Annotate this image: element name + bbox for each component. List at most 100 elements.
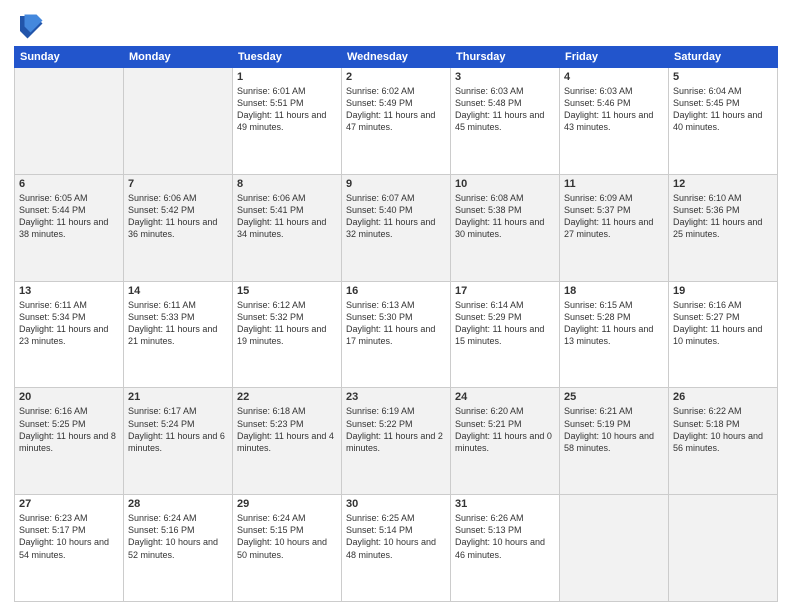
cell-info: Sunrise: 6:10 AM Sunset: 5:36 PM Dayligh… <box>673 192 773 241</box>
day-number: 13 <box>19 285 119 297</box>
cell-info: Sunrise: 6:06 AM Sunset: 5:41 PM Dayligh… <box>237 192 337 241</box>
calendar-cell <box>560 495 669 602</box>
weekday-header-monday: Monday <box>124 47 233 68</box>
calendar-cell: 16 Sunrise: 6:13 AM Sunset: 5:30 PM Dayli… <box>342 281 451 388</box>
weekday-header-wednesday: Wednesday <box>342 47 451 68</box>
calendar-cell: 10Sunrise: 6:08 AM Sunset: 5:38 PM Dayli… <box>451 174 560 281</box>
cell-info: Sunrise: 6:24 AM Sunset: 5:15 PM Dayligh… <box>237 512 337 561</box>
calendar-cell: 23 Sunrise: 6:19 AM Sunset: 5:22 PM Dayli… <box>342 388 451 495</box>
day-number: 8 <box>237 178 337 190</box>
calendar-cell: 2 Sunrise: 6:02 AM Sunset: 5:49 PM Daylig… <box>342 68 451 175</box>
day-number: 23 <box>346 391 446 403</box>
cell-info: Sunrise: 6:15 AM Sunset: 5:28 PM Dayligh… <box>564 299 664 348</box>
calendar-week-row: 20 Sunrise: 6:16 AM Sunset: 5:25 PM Dayli… <box>15 388 778 495</box>
day-number: 1 <box>237 71 337 83</box>
calendar-cell: 15 Sunrise: 6:12 AM Sunset: 5:32 PM Dayli… <box>233 281 342 388</box>
day-number: 6 <box>19 178 119 190</box>
day-number: 16 <box>346 285 446 297</box>
cell-info: Sunrise: 6:11 AM Sunset: 5:34 PM Dayligh… <box>19 299 119 348</box>
weekday-header-friday: Friday <box>560 47 669 68</box>
cell-info: Sunrise: 6:14 AM Sunset: 5:29 PM Dayligh… <box>455 299 555 348</box>
logo <box>14 10 48 40</box>
cell-info: Sunrise: 6:12 AM Sunset: 5:32 PM Dayligh… <box>237 299 337 348</box>
cell-info: Sunrise: 6:20 AM Sunset: 5:21 PM Dayligh… <box>455 405 555 454</box>
cell-info: Sunrise: 6:02 AM Sunset: 5:49 PM Dayligh… <box>346 85 446 134</box>
cell-info: Sunrise: 6:24 AM Sunset: 5:16 PM Dayligh… <box>128 512 228 561</box>
cell-info: Sunrise: 6:23 AM Sunset: 5:17 PM Dayligh… <box>19 512 119 561</box>
day-number: 29 <box>237 498 337 510</box>
day-number: 5 <box>673 71 773 83</box>
calendar-cell: 18Sunrise: 6:15 AM Sunset: 5:28 PM Dayli… <box>560 281 669 388</box>
day-number: 27 <box>19 498 119 510</box>
cell-info: Sunrise: 6:16 AM Sunset: 5:27 PM Dayligh… <box>673 299 773 348</box>
calendar-cell: 28 Sunrise: 6:24 AM Sunset: 5:16 PM Dayli… <box>124 495 233 602</box>
header <box>14 10 778 40</box>
calendar-cell: 26Sunrise: 6:22 AM Sunset: 5:18 PM Dayli… <box>669 388 778 495</box>
cell-info: Sunrise: 6:07 AM Sunset: 5:40 PM Dayligh… <box>346 192 446 241</box>
cell-info: Sunrise: 6:03 AM Sunset: 5:48 PM Dayligh… <box>455 85 555 134</box>
calendar-cell: 14Sunrise: 6:11 AM Sunset: 5:33 PM Dayli… <box>124 281 233 388</box>
calendar-cell <box>15 68 124 175</box>
day-number: 30 <box>346 498 446 510</box>
day-number: 15 <box>237 285 337 297</box>
weekday-header-thursday: Thursday <box>451 47 560 68</box>
calendar-cell <box>124 68 233 175</box>
calendar-cell: 5 Sunrise: 6:04 AM Sunset: 5:45 PM Daylig… <box>669 68 778 175</box>
day-number: 4 <box>564 71 664 83</box>
day-number: 21 <box>128 391 228 403</box>
calendar-cell: 13 Sunrise: 6:11 AM Sunset: 5:34 PM Dayli… <box>15 281 124 388</box>
cell-info: Sunrise: 6:17 AM Sunset: 5:24 PM Dayligh… <box>128 405 228 454</box>
day-number: 22 <box>237 391 337 403</box>
calendar-week-row: 13 Sunrise: 6:11 AM Sunset: 5:34 PM Dayli… <box>15 281 778 388</box>
calendar-cell: 24 Sunrise: 6:20 AM Sunset: 5:21 PM Dayli… <box>451 388 560 495</box>
cell-info: Sunrise: 6:09 AM Sunset: 5:37 PM Dayligh… <box>564 192 664 241</box>
calendar-cell: 1 Sunrise: 6:01 AM Sunset: 5:51 PM Daylig… <box>233 68 342 175</box>
calendar-cell: 20 Sunrise: 6:16 AM Sunset: 5:25 PM Dayli… <box>15 388 124 495</box>
day-number: 19 <box>673 285 773 297</box>
day-number: 11 <box>564 178 664 190</box>
cell-info: Sunrise: 6:06 AM Sunset: 5:42 PM Dayligh… <box>128 192 228 241</box>
calendar-cell: 27 Sunrise: 6:23 AM Sunset: 5:17 PM Dayli… <box>15 495 124 602</box>
calendar-cell: 8 Sunrise: 6:06 AM Sunset: 5:41 PM Daylig… <box>233 174 342 281</box>
calendar-cell: 3 Sunrise: 6:03 AM Sunset: 5:48 PM Daylig… <box>451 68 560 175</box>
day-number: 3 <box>455 71 555 83</box>
cell-info: Sunrise: 6:08 AM Sunset: 5:38 PM Dayligh… <box>455 192 555 241</box>
calendar-cell: 7 Sunrise: 6:06 AM Sunset: 5:42 PM Daylig… <box>124 174 233 281</box>
day-number: 9 <box>346 178 446 190</box>
day-number: 2 <box>346 71 446 83</box>
calendar-cell: 9 Sunrise: 6:07 AM Sunset: 5:40 PM Daylig… <box>342 174 451 281</box>
calendar-cell: 4 Sunrise: 6:03 AM Sunset: 5:46 PM Daylig… <box>560 68 669 175</box>
calendar-cell: 29 Sunrise: 6:24 AM Sunset: 5:15 PM Dayli… <box>233 495 342 602</box>
weekday-header-tuesday: Tuesday <box>233 47 342 68</box>
cell-info: Sunrise: 6:19 AM Sunset: 5:22 PM Dayligh… <box>346 405 446 454</box>
cell-info: Sunrise: 6:04 AM Sunset: 5:45 PM Dayligh… <box>673 85 773 134</box>
calendar-cell: 21 Sunrise: 6:17 AM Sunset: 5:24 PM Dayli… <box>124 388 233 495</box>
generalblue-icon <box>14 10 44 40</box>
weekday-header-sunday: Sunday <box>15 47 124 68</box>
cell-info: Sunrise: 6:18 AM Sunset: 5:23 PM Dayligh… <box>237 405 337 454</box>
cell-info: Sunrise: 6:21 AM Sunset: 5:19 PM Dayligh… <box>564 405 664 454</box>
cell-info: Sunrise: 6:11 AM Sunset: 5:33 PM Dayligh… <box>128 299 228 348</box>
cell-info: Sunrise: 6:16 AM Sunset: 5:25 PM Dayligh… <box>19 405 119 454</box>
day-number: 17 <box>455 285 555 297</box>
day-number: 28 <box>128 498 228 510</box>
weekday-header-row: SundayMondayTuesdayWednesdayThursdayFrid… <box>15 47 778 68</box>
day-number: 20 <box>19 391 119 403</box>
cell-info: Sunrise: 6:26 AM Sunset: 5:13 PM Dayligh… <box>455 512 555 561</box>
cell-info: Sunrise: 6:03 AM Sunset: 5:46 PM Dayligh… <box>564 85 664 134</box>
calendar-cell: 31Sunrise: 6:26 AM Sunset: 5:13 PM Dayli… <box>451 495 560 602</box>
day-number: 25 <box>564 391 664 403</box>
cell-info: Sunrise: 6:13 AM Sunset: 5:30 PM Dayligh… <box>346 299 446 348</box>
calendar-cell: 22 Sunrise: 6:18 AM Sunset: 5:23 PM Dayli… <box>233 388 342 495</box>
calendar-week-row: 6 Sunrise: 6:05 AM Sunset: 5:44 PM Daylig… <box>15 174 778 281</box>
weekday-header-saturday: Saturday <box>669 47 778 68</box>
calendar-cell: 30Sunrise: 6:25 AM Sunset: 5:14 PM Dayli… <box>342 495 451 602</box>
calendar-week-row: 27 Sunrise: 6:23 AM Sunset: 5:17 PM Dayli… <box>15 495 778 602</box>
day-number: 7 <box>128 178 228 190</box>
cell-info: Sunrise: 6:01 AM Sunset: 5:51 PM Dayligh… <box>237 85 337 134</box>
cell-info: Sunrise: 6:05 AM Sunset: 5:44 PM Dayligh… <box>19 192 119 241</box>
calendar-cell: 12 Sunrise: 6:10 AM Sunset: 5:36 PM Dayli… <box>669 174 778 281</box>
day-number: 12 <box>673 178 773 190</box>
day-number: 26 <box>673 391 773 403</box>
day-number: 24 <box>455 391 555 403</box>
